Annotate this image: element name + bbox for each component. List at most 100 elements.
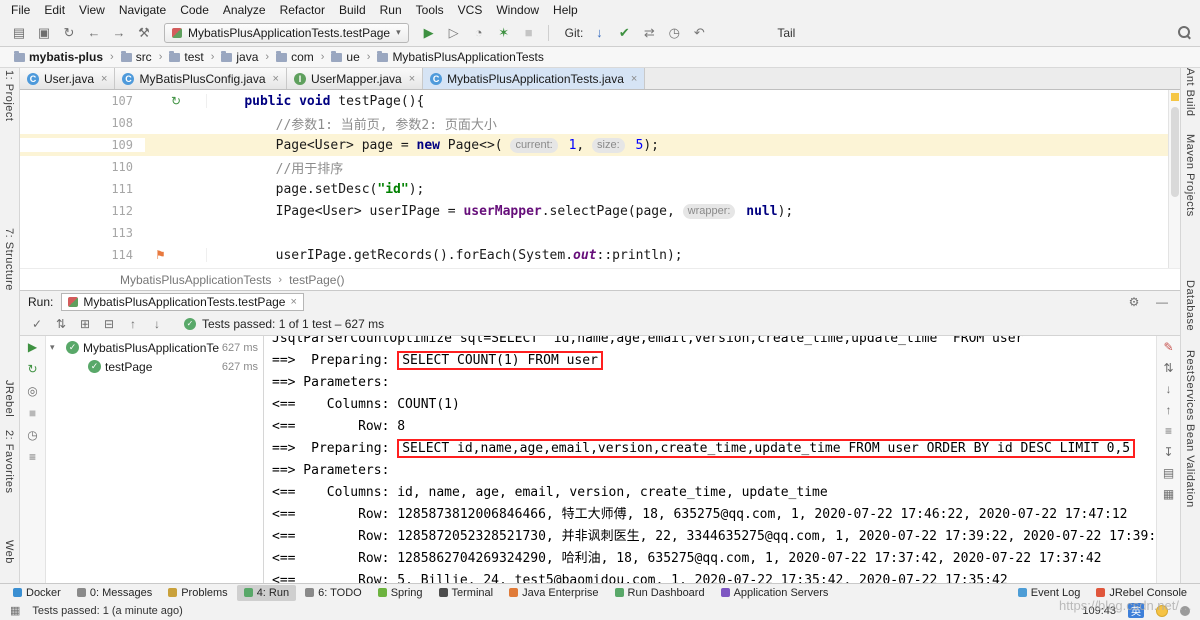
stop-icon[interactable]: ■ [29, 406, 36, 420]
run-config-selector[interactable]: MybatisPlusApplicationTests.testPage ▾ [164, 22, 409, 43]
close-icon[interactable]: × [631, 73, 637, 85]
tool-stripe-bean-validation[interactable]: Bean Validation [1184, 424, 1196, 508]
toggle-auto-test-icon[interactable]: ◎ [27, 384, 37, 398]
tail-field[interactable]: Tail [769, 25, 803, 41]
console-output[interactable]: JsqlParserCountOptimize sql=SELECT id,na… [264, 336, 1156, 583]
toolwindow-button-docker[interactable]: Docker [6, 585, 68, 601]
clear-console-icon[interactable]: ✎ [1163, 340, 1173, 354]
back-icon[interactable]: ← [83, 22, 105, 44]
vcs-commit-icon[interactable]: ✔ [613, 22, 635, 44]
toolwindow-button-application-servers[interactable]: Application Servers [714, 585, 836, 601]
breadcrumb-item-mybatis-plus[interactable]: mybatis-plus [10, 50, 107, 64]
run-coverage-icon[interactable]: ▷ [443, 22, 465, 44]
scroll-up-icon[interactable]: ↑ [1166, 403, 1172, 417]
test-history-icon[interactable]: ◷ [27, 428, 37, 442]
run-test-gutter-icon[interactable]: ↻ [171, 94, 181, 108]
test-tree-row[interactable]: ▾ ✓ MybatisPlusApplicationTests 627 ms [46, 338, 263, 357]
breadcrumb-item-test[interactable]: test [165, 50, 207, 64]
scrollbar-thumb[interactable] [1170, 107, 1179, 197]
toolwindow-button-0-messages[interactable]: 0: Messages [70, 585, 159, 601]
toolwindow-button-spring[interactable]: Spring [371, 585, 430, 601]
tool-stripe-ant-build[interactable]: Ant Build [1184, 68, 1196, 117]
tool-stripe-1-project[interactable]: 1: Project [3, 70, 15, 121]
menu-item-file[interactable]: File [4, 2, 37, 18]
expand-all-icon[interactable]: ⊞ [74, 314, 96, 334]
editor-tab-usermapper-java[interactable]: I UserMapper.java × [286, 68, 424, 89]
chevron-down-icon[interactable]: ▾ [50, 342, 62, 353]
close-icon[interactable]: × [290, 296, 296, 308]
close-icon[interactable]: × [273, 73, 279, 85]
tool-stripe-2-favorites[interactable]: 2: Favorites [3, 430, 15, 493]
menu-item-code[interactable]: Code [173, 2, 216, 18]
menu-item-analyze[interactable]: Analyze [216, 2, 273, 18]
tool-stripe-7-structure[interactable]: 7: Structure [3, 228, 15, 291]
test-tree[interactable]: ▾ ✓ MybatisPlusApplicationTests 627 ms ✓ test… [46, 336, 264, 583]
toolwindow-button-event-log[interactable]: Event Log [1011, 585, 1088, 601]
soft-wrap-icon[interactable]: ⇅ [1163, 361, 1173, 375]
synchronize-icon[interactable]: ↻ [58, 22, 80, 44]
close-icon[interactable]: × [101, 73, 107, 85]
use-soft-wraps-icon[interactable]: ≡ [1165, 424, 1172, 438]
profiler-icon[interactable]: ◔ [468, 22, 490, 44]
menu-item-edit[interactable]: Edit [37, 2, 72, 18]
scroll-to-end-icon[interactable]: ↧ [1163, 445, 1173, 459]
menu-item-view[interactable]: View [72, 2, 112, 18]
notifications-bell-icon[interactable] [1180, 605, 1190, 616]
breadcrumb-item-mybatisplusapplicationtests[interactable]: MybatisPlusApplicationTests [373, 50, 547, 64]
menu-item-window[interactable]: Window [489, 2, 546, 18]
next-failed-test-icon[interactable]: ↓ [146, 314, 168, 334]
breadcrumb-item-com[interactable]: com [272, 50, 318, 64]
hide-passed-icon[interactable]: ✓ [26, 314, 48, 334]
editor-breadcrumb-item[interactable]: MybatisPlusApplicationTests [120, 273, 271, 287]
toolwindow-button-problems[interactable]: Problems [161, 585, 234, 601]
gutter-marker-icon[interactable]: ⚑ [155, 248, 166, 262]
toolwindow-button-run-dashboard[interactable]: Run Dashboard [608, 585, 712, 601]
breadcrumb-item-ue[interactable]: ue [327, 50, 363, 64]
hide-tool-window-icon[interactable]: — [1152, 295, 1172, 309]
vcs-history-icon[interactable]: ◷ [663, 22, 685, 44]
rerun-tests-icon[interactable]: ▶ [28, 340, 37, 354]
print-icon[interactable]: ▤ [1163, 466, 1174, 480]
clear-all-icon[interactable]: ▦ [1163, 487, 1174, 501]
options-icon[interactable]: ≡ [29, 450, 36, 464]
close-icon[interactable]: × [409, 73, 415, 85]
code-editor[interactable]: 107 ↻ public void testPage(){108 //参数1: 当… [20, 90, 1180, 268]
forward-icon[interactable]: → [108, 22, 130, 44]
vcs-compare-icon[interactable]: ⇄ [638, 22, 660, 44]
menu-item-vcs[interactable]: VCS [451, 2, 490, 18]
rerun-failed-tests-icon[interactable]: ↻ [27, 362, 37, 376]
menu-item-refactor[interactable]: Refactor [273, 2, 332, 18]
toolwindow-button-terminal[interactable]: Terminal [432, 585, 501, 601]
run-tab[interactable]: MybatisPlusApplicationTests.testPage × [61, 292, 304, 311]
tool-stripe-restservices[interactable]: RestServices [1184, 350, 1196, 421]
editor-tab-mybatisplusconfig-java[interactable]: C MyBatisPlusConfig.java × [115, 68, 287, 89]
ime-indicator[interactable]: 英 [1128, 603, 1144, 618]
menu-item-build[interactable]: Build [332, 2, 373, 18]
editor-scrollbar[interactable] [1168, 90, 1180, 268]
build-project-icon[interactable]: ⚒ [133, 22, 155, 44]
test-tree-row[interactable]: ✓ testPage 627 ms [46, 357, 263, 376]
debug-icon[interactable]: ✶ [493, 22, 515, 44]
scroll-down-icon[interactable]: ↓ [1166, 382, 1172, 396]
previous-failed-test-icon[interactable]: ↑ [122, 314, 144, 334]
toolwindow-toggle-icon[interactable]: ▦ [10, 604, 20, 617]
editor-tab-mybatisplusapplicationtests-java[interactable]: C MybatisPlusApplicationTests.java × [423, 68, 646, 89]
caret-position[interactable]: 109:43 [1082, 605, 1116, 617]
save-all-icon[interactable]: ▣ [33, 22, 55, 44]
menu-item-help[interactable]: Help [546, 2, 585, 18]
settings-gear-icon[interactable]: ⚙ [1124, 295, 1144, 309]
toolwindow-button-java-enterprise[interactable]: Java Enterprise [502, 585, 605, 601]
tool-stripe-web[interactable]: Web [3, 540, 15, 564]
collapse-all-icon[interactable]: ⊟ [98, 314, 120, 334]
tool-stripe-database[interactable]: Database [1184, 280, 1196, 331]
stop-icon[interactable]: ■ [518, 22, 540, 44]
vcs-rollback-icon[interactable]: ↶ [688, 22, 710, 44]
toolwindow-button-jrebel-console[interactable]: JRebel Console [1089, 585, 1194, 601]
sort-alphabetically-icon[interactable]: ⇅ [50, 314, 72, 334]
editor-tab-user-java[interactable]: C User.java × [20, 68, 116, 89]
toolwindow-button-4-run[interactable]: 4: Run [236, 584, 297, 601]
vcs-update-icon[interactable]: ↓ [588, 22, 610, 44]
menu-item-run[interactable]: Run [373, 2, 409, 18]
breadcrumb-item-java[interactable]: java [217, 50, 262, 64]
editor-breadcrumb-item[interactable]: testPage() [289, 273, 344, 287]
